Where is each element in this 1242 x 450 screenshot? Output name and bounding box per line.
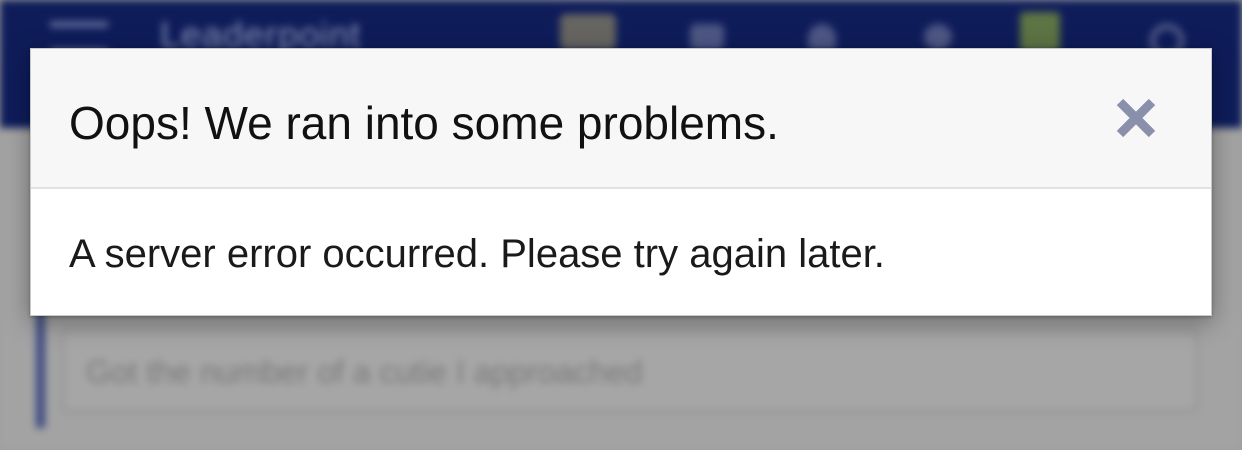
close-button[interactable] [1113,95,1159,141]
error-message: A server error occurred. Please try agai… [69,232,885,276]
avatar [1020,12,1060,52]
error-dialog: Oops! We ran into some problems. A serve… [30,48,1212,316]
post-input: Got the number of a cutie I approached [62,330,1198,412]
post-input-text: Got the number of a cutie I approached [86,354,643,390]
mail-icon [690,24,724,50]
dialog-header: Oops! We ran into some problems. [31,49,1211,189]
accent-line [36,300,45,428]
close-icon [1116,98,1156,138]
user-icon [924,24,952,50]
dialog-title: Oops! We ran into some problems. [69,97,779,149]
dialog-body: A server error occurred. Please try agai… [31,189,1211,315]
trophy-icon [560,14,616,50]
bell-icon [808,24,836,50]
